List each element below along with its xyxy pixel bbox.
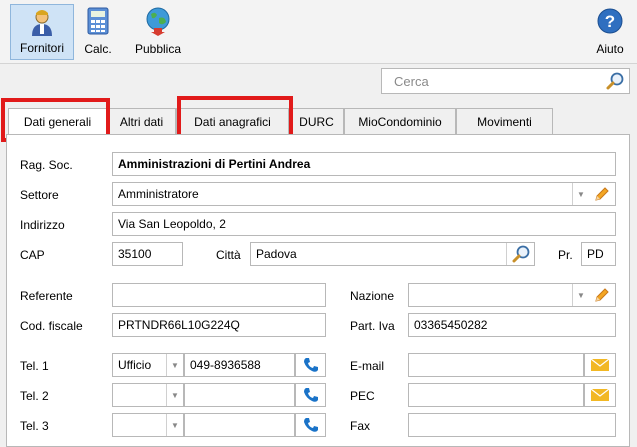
cod-fiscale-field[interactable]: PRTNDR66L10G224Q [112,313,326,337]
pr-label: Pr. [558,248,573,262]
referente-field[interactable] [112,283,326,307]
settore-value: Amministratore [118,187,199,201]
tel1-type-dropdown-arrow[interactable]: ▼ [166,354,183,376]
nazione-label: Nazione [350,289,395,303]
tab-altri-dati[interactable]: Altri dati [107,108,176,134]
search-icon[interactable] [605,71,625,91]
nazione-select[interactable]: ▼ [408,283,616,307]
svg-text:?: ? [605,12,615,31]
search-input[interactable]: Cerca [381,68,630,94]
email-field[interactable] [408,353,584,377]
rag-soc-label: Rag. Soc. [20,158,73,172]
referente-label: Referente [20,289,73,303]
pec-send-button[interactable] [584,383,616,407]
mail-icon [590,388,610,401]
tel1-call-button[interactable] [295,353,326,377]
email-send-button[interactable] [584,353,616,377]
user-icon [32,10,52,36]
tel1-type-select[interactable]: Ufficio ▼ [112,353,184,377]
pubblica-label: Pubblica [134,42,182,56]
settore-select[interactable]: Amministratore ▼ [112,182,616,206]
tel2-type-dropdown-arrow[interactable]: ▼ [166,384,183,406]
cod-fiscale-label: Cod. fiscale [20,319,83,333]
indirizzo-field[interactable]: Via San Leopoldo, 2 [112,212,616,236]
tel2-label: Tel. 2 [20,389,49,403]
calc-button[interactable]: Calc. [78,4,118,60]
tel1-number-field[interactable]: 049-8936588 [184,353,295,377]
tel3-label: Tel. 3 [20,419,49,433]
citta-value: Padova [256,247,297,261]
tab-miocondominio[interactable]: MioCondominio [344,108,456,134]
tel2-type-select[interactable]: ▼ [112,383,184,407]
pubblica-button[interactable]: Pubblica [128,4,188,60]
tel2-call-button[interactable] [295,383,326,407]
citta-search-button[interactable] [506,243,534,265]
part-iva-label: Part. Iva [350,319,395,333]
help-icon: ? [597,8,623,34]
tel3-number-field[interactable] [184,413,295,437]
tab-label: MioCondominio [358,115,442,129]
cap-field[interactable]: 35100 [112,242,183,266]
nazione-edit-pencil-icon[interactable] [593,286,611,304]
tab-label: DURC [299,115,334,129]
calc-label: Calc. [84,42,112,56]
tab-durc[interactable]: DURC [289,108,344,134]
citta-label: Città [216,248,241,262]
pr-field[interactable]: PD [581,242,616,266]
settore-dropdown-arrow[interactable]: ▼ [572,183,589,205]
fax-field[interactable] [408,413,616,437]
settore-label: Settore [20,188,59,202]
cap-label: CAP [20,248,45,262]
pec-field[interactable] [408,383,584,407]
search-placeholder: Cerca [394,74,429,89]
tel3-type-dropdown-arrow[interactable]: ▼ [166,414,183,436]
fornitori-button[interactable]: Fornitori [10,4,74,60]
tel3-type-select[interactable]: ▼ [112,413,184,437]
part-iva-field[interactable]: 03365450282 [408,313,616,337]
phone-icon [304,358,318,372]
mail-icon [590,358,610,371]
email-label: E-mail [350,359,385,373]
settore-edit-pencil-icon[interactable] [593,185,611,203]
tel1-type-value: Ufficio [118,358,152,372]
phone-icon [304,418,318,432]
pec-label: PEC [350,389,375,403]
citta-field[interactable]: Padova [250,242,535,266]
fornitori-label: Fornitori [19,41,64,55]
fax-label: Fax [350,419,371,433]
aiuto-button[interactable]: ? Aiuto [590,4,630,60]
toolbar: Fornitori Calc. Pubblica ? Aiuto [0,0,637,64]
tab-label: Altri dati [119,115,164,129]
calculator-icon [87,7,109,35]
tel1-label: Tel. 1 [20,359,49,373]
tel3-call-button[interactable] [295,413,326,437]
nazione-dropdown-arrow[interactable]: ▼ [572,284,589,306]
rag-soc-field[interactable]: Amministrazioni di Pertini Andrea [112,152,616,176]
tab-movimenti[interactable]: Movimenti [456,108,553,134]
phone-icon [304,388,318,402]
globe-icon [146,7,170,36]
tab-label: Movimenti [477,115,532,129]
indirizzo-label: Indirizzo [20,218,65,232]
search-icon [512,245,530,263]
tel2-number-field[interactable] [184,383,295,407]
aiuto-label: Aiuto [596,42,624,56]
